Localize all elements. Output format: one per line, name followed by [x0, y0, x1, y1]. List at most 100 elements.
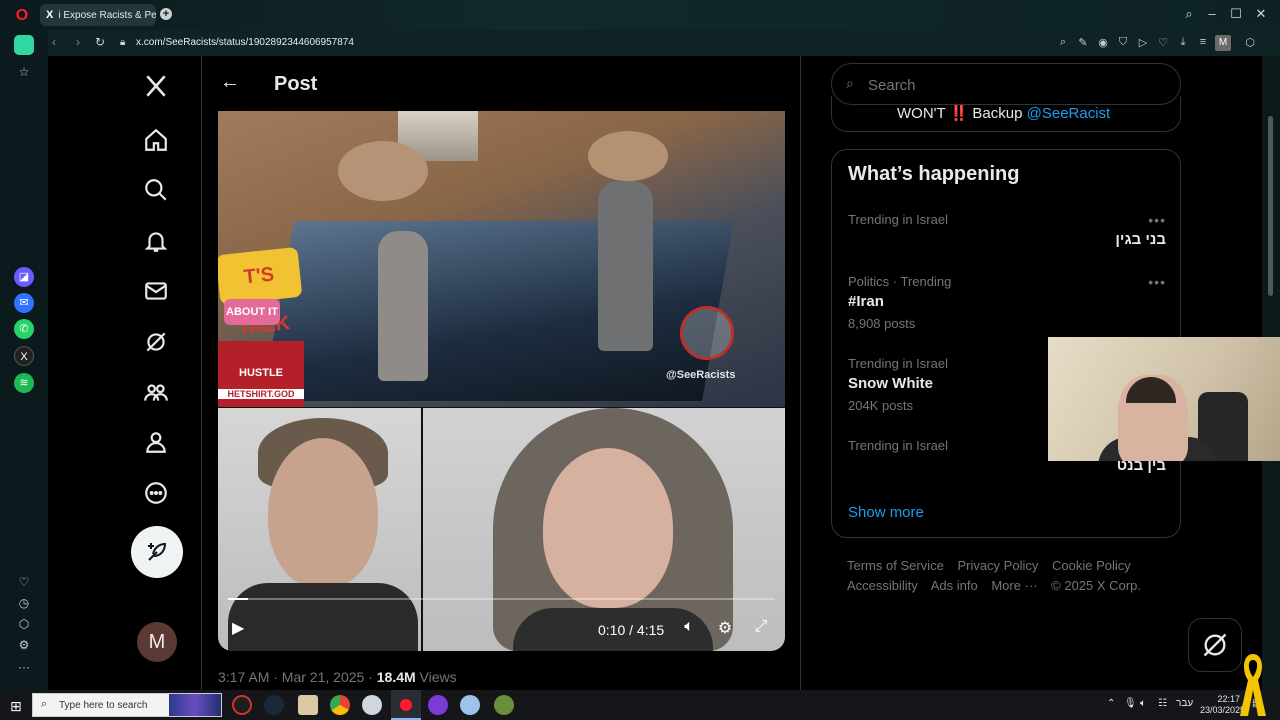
game-app-icon[interactable]	[494, 695, 514, 715]
steam-app-icon[interactable]	[264, 695, 284, 715]
new-tab-button[interactable]: +	[160, 8, 172, 20]
video-frame-top: T'S TALK ABOUT IT HUSTLE HETSHIRT.GOD @S…	[218, 111, 785, 407]
search-input[interactable]: ⌕ Search	[831, 63, 1181, 105]
opera-logo-icon[interactable]: O	[13, 7, 31, 25]
notifications-bell-icon[interactable]	[138, 223, 174, 259]
extensions-icon[interactable]: ⬡	[1243, 36, 1257, 49]
watermark-logo	[680, 306, 734, 360]
column-divider-right	[800, 56, 801, 690]
back-nav-icon[interactable]: ‹	[46, 35, 62, 49]
heart-icon[interactable]: ♡	[1156, 36, 1170, 49]
scrollbar-thumb[interactable]	[1268, 116, 1273, 296]
trend-item[interactable]: Trending in Israel בני בגין •••	[848, 212, 1166, 248]
x-app-icon[interactable]: X	[14, 346, 34, 366]
tab-title: i Expose Racists & Pedos	[58, 9, 156, 21]
video-progress-bar[interactable]	[228, 598, 775, 600]
obs-app-icon[interactable]	[232, 695, 252, 715]
post-timestamp[interactable]: 3:17 AM · Mar 21, 2025 ·	[218, 669, 377, 685]
volume-icon[interactable]: 🔈︎	[679, 618, 699, 636]
menu-icon[interactable]: ≡	[1196, 36, 1210, 48]
play-icon[interactable]: ▶	[232, 618, 244, 638]
play-icon[interactable]: ▷	[1136, 36, 1150, 49]
video-settings-gear-icon[interactable]: ⚙	[715, 618, 735, 638]
trend-item[interactable]: Politics · Trending #Iran 8,908 posts ••…	[848, 274, 1166, 331]
browser-tabbar: O X i Expose Racists & Pedos + ⌕ – ☐ ✕	[0, 0, 1280, 30]
c-app-icon[interactable]	[460, 695, 480, 715]
microphone-icon[interactable]: 🎙︎	[1124, 698, 1137, 709]
favorites-icon[interactable]: ♡	[14, 575, 34, 589]
edit-icon[interactable]: ✎	[1076, 36, 1090, 49]
minimize-window-button[interactable]: –	[1203, 6, 1221, 21]
tab-search-icon[interactable]: ⌕	[1180, 6, 1198, 22]
opera-app-icon[interactable]	[396, 695, 416, 715]
whatsapp-icon[interactable]: ✆	[14, 319, 34, 339]
home-icon[interactable]	[138, 122, 174, 158]
reload-icon[interactable]: ↻	[92, 35, 108, 49]
footer-more-link[interactable]: More ···	[991, 578, 1037, 593]
camera-icon[interactable]: ◉	[1096, 36, 1110, 49]
speaker-icon[interactable]: 🔈︎	[1140, 698, 1146, 709]
windows-start-icon[interactable]: ⊞	[10, 698, 22, 715]
x-logo-icon[interactable]	[138, 68, 174, 104]
ai-app-icon[interactable]: ◪	[14, 267, 34, 287]
taskbar-search-box[interactable]: ⌕ Type here to search	[32, 693, 222, 717]
url-field[interactable]: x.com/SeeRacists/status/1902892344606957…	[136, 37, 354, 48]
yellow-ribbon-icon	[1240, 654, 1266, 716]
footer-terms-link[interactable]: Terms of Service	[847, 558, 944, 573]
figure-left	[378, 231, 428, 381]
trend-name: בני בגין	[1115, 231, 1166, 248]
network-icon[interactable]: ☷	[1158, 698, 1167, 709]
previous-card-link[interactable]: @SeeRacist	[1027, 105, 1111, 122]
fullscreen-icon[interactable]: ⤢	[751, 618, 771, 636]
footer-ads-info-link[interactable]: Ads info	[931, 578, 978, 593]
maximize-window-button[interactable]: ☐	[1227, 6, 1245, 22]
messages-envelope-icon[interactable]	[138, 273, 174, 309]
taskbar-clock[interactable]: 22:17 23/03/2025	[1200, 694, 1245, 716]
compose-post-button[interactable]	[131, 526, 183, 578]
forward-nav-icon[interactable]: ›	[70, 35, 86, 49]
discord-app-icon[interactable]	[428, 695, 448, 715]
file-app-icon[interactable]	[298, 695, 318, 715]
account-avatar[interactable]: M	[137, 622, 177, 662]
footer-cookie-link[interactable]: Cookie Policy	[1052, 558, 1131, 573]
tray-chevron-icon[interactable]: ⌃	[1107, 698, 1115, 709]
home-speed-dial-icon[interactable]: ☆	[14, 65, 34, 79]
settings-gear-icon[interactable]: ⚙	[14, 638, 34, 652]
messenger-icon[interactable]: ✉	[14, 293, 34, 313]
input-language[interactable]: עבר	[1176, 698, 1193, 709]
back-arrow-icon[interactable]: ←	[220, 71, 240, 94]
chrome-app-icon[interactable]	[330, 695, 350, 715]
video-time: 0:10 / 4:15	[598, 622, 665, 638]
more-options-icon[interactable]: ···	[14, 660, 34, 674]
cube-icon[interactable]: ⬡	[14, 617, 34, 631]
show-more-link[interactable]: Show more	[848, 504, 924, 521]
views-count: 18.4M	[376, 669, 416, 685]
compose-feather-icon	[148, 542, 167, 561]
mugshot-left	[218, 408, 421, 651]
shield-app-icon[interactable]	[362, 695, 382, 715]
download-icon[interactable]: ⤓	[1176, 36, 1190, 49]
trend-more-icon[interactable]: •••	[1148, 212, 1166, 228]
footer-accessibility-link[interactable]: Accessibility	[847, 578, 918, 593]
browser-tab-active[interactable]: X i Expose Racists & Pedos	[40, 4, 156, 26]
history-icon[interactable]: ◷	[14, 596, 34, 610]
footer-privacy-link[interactable]: Privacy Policy	[957, 558, 1038, 573]
grok-icon[interactable]	[138, 324, 174, 360]
communities-icon[interactable]	[138, 374, 174, 410]
explore-search-icon[interactable]	[138, 172, 174, 208]
profile-avatar[interactable]: M	[1215, 35, 1231, 51]
spotify-icon[interactable]: ≋	[14, 373, 34, 393]
lock-icon: 🔒︎	[120, 37, 126, 48]
search-page-icon[interactable]: ⌕	[1056, 36, 1070, 49]
more-circle-icon[interactable]	[138, 475, 174, 511]
close-window-button[interactable]: ✕	[1252, 6, 1270, 22]
aria-assistant-icon[interactable]	[14, 35, 34, 55]
profile-person-icon[interactable]	[138, 424, 174, 460]
video-player[interactable]: T'S TALK ABOUT IT HUSTLE HETSHIRT.GOD @S…	[218, 111, 785, 651]
shield-icon[interactable]: ⛉	[1116, 36, 1130, 49]
trend-more-icon[interactable]: •••	[1148, 274, 1166, 290]
grok-floating-button[interactable]	[1188, 618, 1242, 672]
search-placeholder: Search	[868, 77, 916, 94]
x-favicon-icon: X	[46, 9, 54, 21]
windows-taskbar: ⊞ ⌕ Type here to search ⌃ 🎙︎ 🔈︎ ☷ עבר 22…	[0, 690, 1280, 720]
